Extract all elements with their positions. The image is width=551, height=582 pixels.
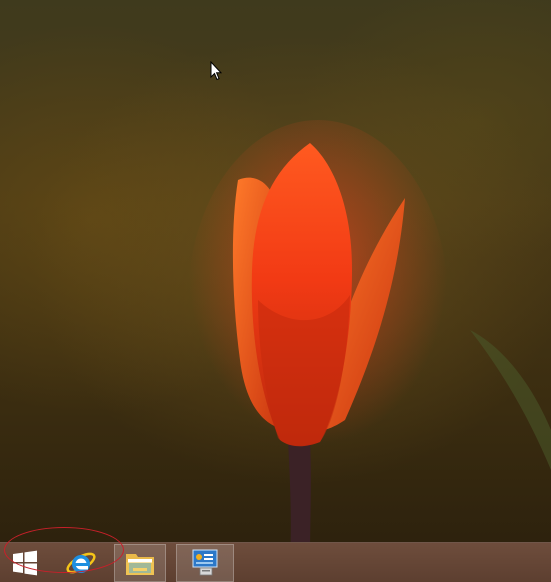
- folder-icon: [126, 554, 154, 575]
- taskbar: [0, 542, 551, 582]
- wallpaper-tulip-image: [188, 120, 551, 560]
- server-manager-button[interactable]: [176, 544, 234, 582]
- internet-explorer-icon: [66, 552, 96, 574]
- start-button[interactable]: [0, 544, 50, 582]
- server-manager-icon: [192, 549, 218, 576]
- desktop[interactable]: [0, 0, 551, 582]
- file-explorer-button[interactable]: [114, 544, 166, 582]
- mouse-pointer-icon: [210, 61, 222, 81]
- internet-explorer-button[interactable]: [56, 544, 106, 582]
- windows-logo-icon: [13, 550, 37, 576]
